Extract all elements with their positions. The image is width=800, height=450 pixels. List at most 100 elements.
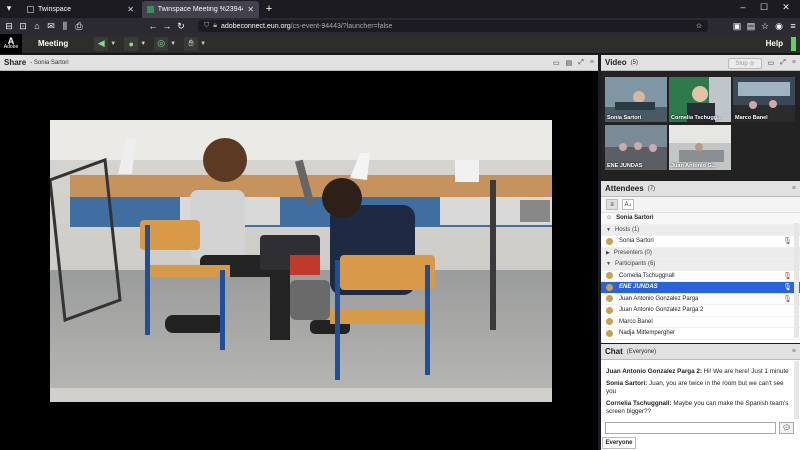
sidebar-icon[interactable]: ⊟ xyxy=(2,21,16,32)
chevron-down-icon[interactable]: ▼ xyxy=(170,41,176,47)
speaker-icon[interactable]: ◀ xyxy=(94,36,109,51)
participant-icon xyxy=(606,272,613,280)
chevron-down-icon[interactable]: ▼ xyxy=(200,41,206,47)
close-tab-icon[interactable]: ✕ xyxy=(247,5,254,14)
chevron-down-icon[interactable]: ▼ xyxy=(140,41,146,47)
maximize-icon[interactable]: ☐ xyxy=(757,2,771,13)
list-view-icon[interactable]: ≡ xyxy=(606,199,618,210)
fullscreen-icon[interactable]: ⤢ xyxy=(780,59,786,67)
participants-group[interactable]: ▼ Participants (6) xyxy=(601,259,800,271)
chat-message: Cornelia Tschuggnall: Maybe you can make… xyxy=(606,400,789,415)
pod-options-icon[interactable]: ≡ xyxy=(792,59,796,67)
webcam-icon[interactable]: ◎ xyxy=(154,36,169,51)
reader-icon[interactable]: ▤ xyxy=(744,21,758,32)
url-bar[interactable]: ⛉ 🔒︎ adobeconnect.eun.org/cs-event-94443… xyxy=(198,20,708,32)
chat-scrollbar[interactable] xyxy=(794,361,799,419)
forward-icon[interactable]: → xyxy=(160,21,174,31)
share-pod-header: Share - Sonia Sartori ▭ ▤ ⤢ ≡ xyxy=(0,55,598,71)
group-label: Participants (6) xyxy=(614,261,656,268)
layout-icon[interactable]: ▭ xyxy=(768,59,775,67)
presenters-group[interactable]: ▶ Presenters (0) xyxy=(601,247,800,259)
attendee-row[interactable]: Marco Banel xyxy=(601,317,800,328)
pod-options-icon[interactable]: ≡ xyxy=(792,185,796,192)
tab-list-icon[interactable]: ▾ xyxy=(2,3,16,14)
browser-tab-twinspace[interactable]: Twinspace ✕ xyxy=(22,1,139,18)
help-menu[interactable]: Help xyxy=(766,39,783,48)
participant-icon xyxy=(606,329,613,337)
minimize-icon[interactable]: – xyxy=(736,2,750,12)
participant-name: Marco Banel xyxy=(735,115,768,121)
attendee-scrollbar[interactable] xyxy=(794,223,799,338)
chat-input[interactable] xyxy=(605,422,776,434)
pod-options-icon[interactable]: ≡ xyxy=(590,59,594,67)
attendee-row[interactable]: Juan Antonio Gonzalez Parga 2 xyxy=(601,305,800,317)
new-tab-icon[interactable]: + xyxy=(262,3,276,15)
bookmark-icon[interactable]: ☆ xyxy=(758,21,772,32)
fullscreen-icon[interactable]: ⤢ xyxy=(578,59,584,67)
close-window-icon[interactable]: ✕ xyxy=(779,2,793,13)
chevron-down-icon: ▼ xyxy=(606,261,611,268)
profile-icon[interactable]: ◉ xyxy=(772,21,786,32)
participant-name: Juan Antonio G... xyxy=(671,163,717,169)
participant-icon xyxy=(606,295,613,303)
favicon-icon xyxy=(27,6,34,13)
attendee-row[interactable]: Sonia Sartori 🎙︎ xyxy=(601,236,800,248)
attendee-name: Cornelia Tschuggnall xyxy=(619,272,675,279)
attendee-row-selected[interactable]: ENE JUNDAS 🎙︎ xyxy=(601,282,800,294)
video-thumbnail[interactable]: Marco Banel xyxy=(733,77,795,122)
webcam-icon: ◎ xyxy=(749,61,755,67)
microphone-icon: 🎙︎ xyxy=(783,295,792,303)
chat-message: Juan Antonio Gonzalez Parga 2: Hi! We ar… xyxy=(606,368,789,375)
video-pod-header: Video (5) Stop ◎ ▭ ⤢ ≡ xyxy=(601,55,800,71)
url-path: /cs-event-94443/?launcher=false xyxy=(290,22,393,30)
reload-icon[interactable]: ↻ xyxy=(174,21,188,32)
browser-tab-meeting[interactable]: Twinspace Meeting %2394443 ✕ xyxy=(142,1,259,18)
group-label: Hosts (1) xyxy=(614,226,640,233)
my-status-row[interactable]: ☺ Sonia Sartori xyxy=(601,213,800,225)
chat-messages: Juan Antonio Gonzalez Parga 2: Hi! We ar… xyxy=(601,360,800,416)
layout-alt-icon[interactable]: ▤ xyxy=(566,59,573,67)
attendees-pod-header: Attendees (7) ≡ xyxy=(601,181,800,197)
attendee-name: Sonia Sartori xyxy=(619,238,654,245)
raise-hand-icon[interactable]: ✋︎ xyxy=(184,36,199,51)
pod-options-icon[interactable]: ≡ xyxy=(792,348,796,355)
send-message-button[interactable]: 💬︎ xyxy=(779,422,794,434)
video-thumbnail[interactable]: Sonia Sartori xyxy=(605,77,667,122)
attendee-row[interactable]: Nadja Mittempergher xyxy=(601,328,800,340)
back-icon[interactable]: ← xyxy=(146,21,160,31)
shared-screen-image xyxy=(50,120,552,402)
video-thumbnail[interactable]: Juan Antonio G... xyxy=(669,125,731,170)
participant-icon xyxy=(606,306,613,314)
meeting-menu[interactable]: Meeting xyxy=(38,39,68,48)
adobe-logo: A Adobe xyxy=(0,33,22,54)
layout-icon[interactable]: ▭ xyxy=(553,59,560,67)
mail-icon[interactable]: ✉ xyxy=(44,21,58,32)
video-thumbnail[interactable]: Cornelia Tschugg... xyxy=(669,77,731,122)
microphone-icon[interactable]: ● xyxy=(124,36,139,51)
menu-icon[interactable]: ≡ xyxy=(786,21,800,31)
hosts-group[interactable]: ▼ Hosts (1) xyxy=(601,224,800,236)
browser-tab-title: Twinspace Meeting %2394443 xyxy=(157,6,244,13)
attendee-name: ENE JUNDAS xyxy=(619,284,658,291)
video-thumbnail[interactable]: ENE JUNDAS xyxy=(605,125,667,170)
stop-video-button[interactable]: Stop ◎ xyxy=(728,58,762,69)
participant-name: ENE JUNDAS xyxy=(607,163,643,169)
attendee-row[interactable]: Cornelia Tschuggnall 🎙︎ xyxy=(601,271,800,282)
attendee-name: Nadja Mittempergher xyxy=(619,330,676,337)
chat-tab-everyone[interactable]: Everyone xyxy=(602,437,636,449)
extension-icon[interactable]: ▣ xyxy=(730,21,744,32)
sort-icon[interactable]: A↓ xyxy=(622,199,634,210)
print-icon[interactable]: ⎙ xyxy=(72,21,86,32)
library-icon[interactable]: ⫼ xyxy=(58,21,72,32)
pod-title: Video xyxy=(605,58,627,67)
close-tab-icon[interactable]: ✕ xyxy=(127,5,134,14)
chat-audience: (Everyone) xyxy=(626,348,657,355)
attendee-row[interactable]: Juan Antonio Gonzalez Parga 🎙︎ xyxy=(601,294,800,305)
chevron-down-icon[interactable]: ▼ xyxy=(110,41,116,47)
adobe-connect-menubar: A Adobe Meeting ◀ ▼ ● ▼ ◎ ▼ ✋︎ ▼ Help xyxy=(0,33,800,54)
home-icon[interactable]: ⌂ xyxy=(30,21,44,31)
attendee-name: Juan Antonio Gonzalez Parga xyxy=(619,295,699,302)
pod-title: Share xyxy=(4,58,27,67)
star-icon[interactable]: ☆ xyxy=(696,22,702,30)
screenshot-icon[interactable]: ⊡ xyxy=(16,21,30,32)
